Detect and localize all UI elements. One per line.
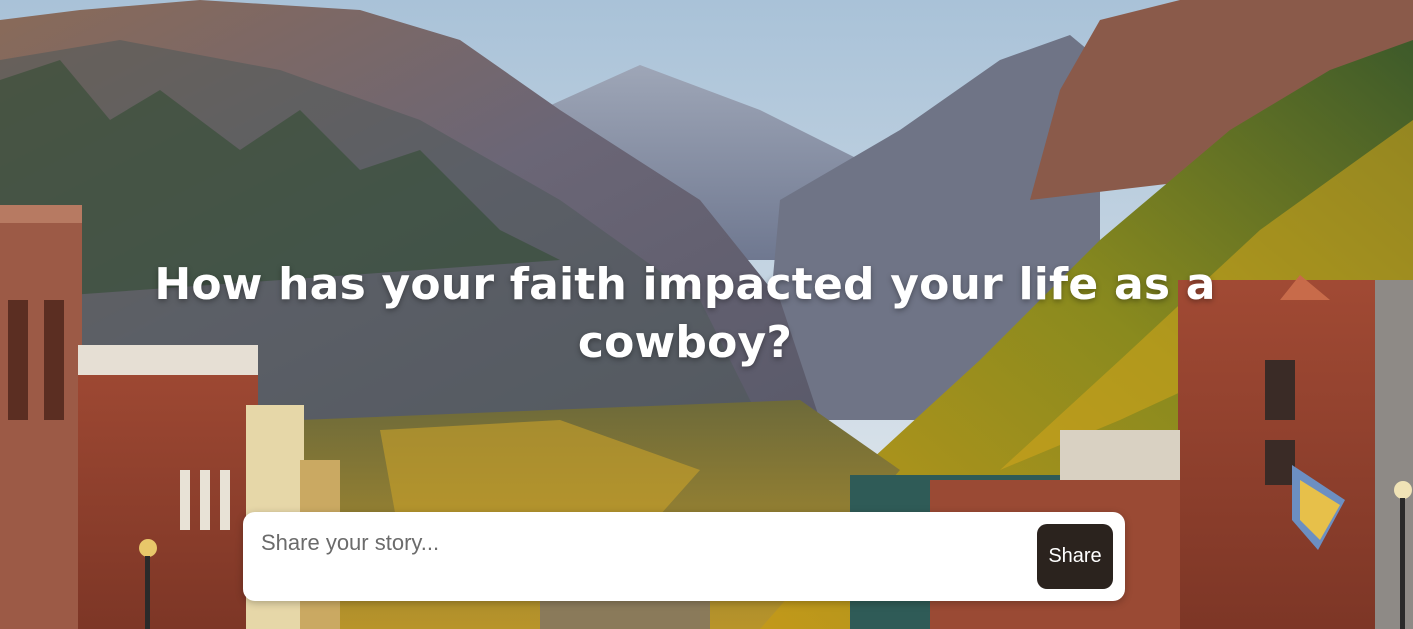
story-form: Share [243, 512, 1125, 601]
share-button[interactable]: Share [1037, 524, 1113, 589]
page-title: How has your faith impacted your life as… [154, 259, 1216, 368]
story-input[interactable] [259, 522, 1023, 564]
